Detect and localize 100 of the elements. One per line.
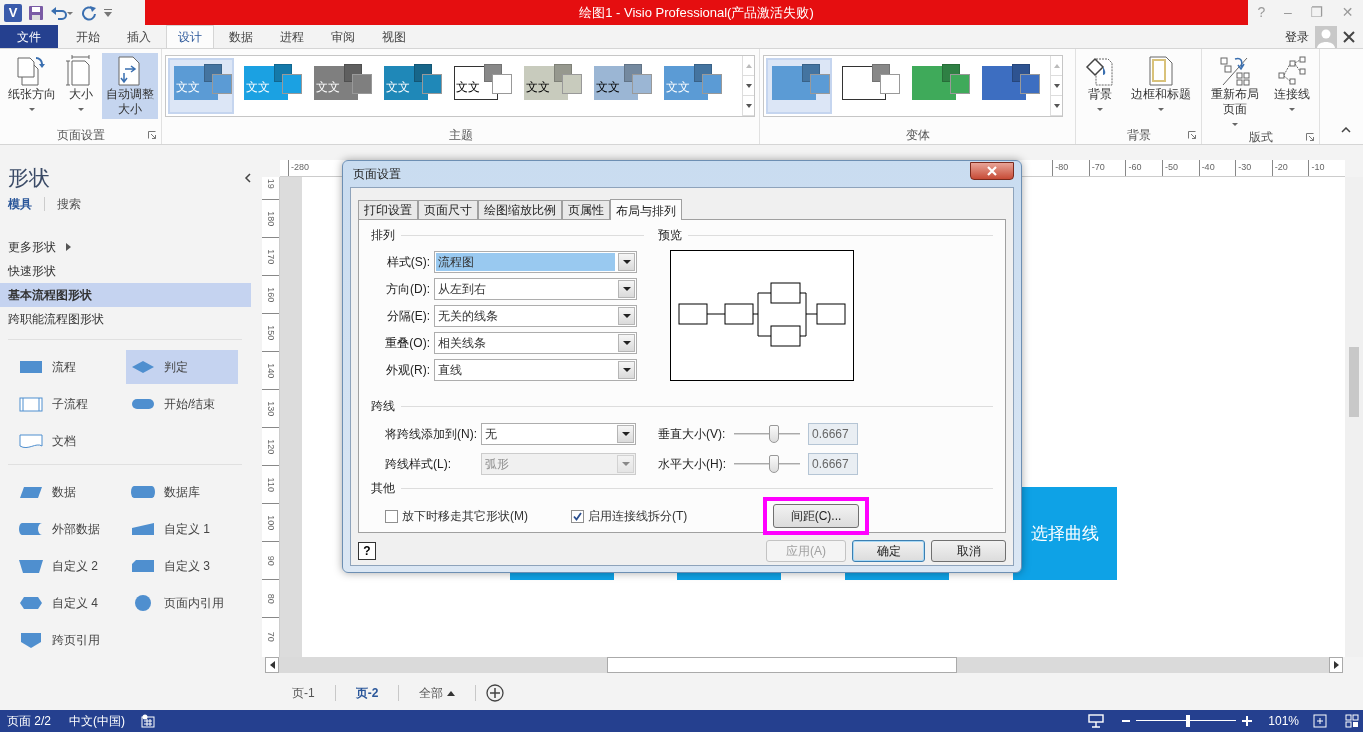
shape-item[interactable]: 页面内引用 <box>126 586 238 620</box>
field-label: 外观(R): <box>385 361 431 379</box>
paint-bucket-icon <box>1084 55 1116 87</box>
shape-item[interactable]: 子流程 <box>14 387 126 421</box>
spacing-button[interactable]: 间距(C)... <box>773 504 859 528</box>
background-button[interactable]: 背景 <box>1079 53 1121 119</box>
ribbon-tab[interactable]: 审阅 <box>319 25 367 48</box>
ruler-label: -10 <box>1311 161 1325 175</box>
dialog-tab[interactable]: 绘图缩放比例 <box>478 200 562 219</box>
group-label: 变体 <box>905 127 930 144</box>
panel-tab[interactable]: 搜索 <box>57 195 93 213</box>
dropdown-field[interactable]: 无关的线条 <box>434 304 637 327</box>
borders-titles-button[interactable]: 边框和标题 <box>1124 53 1198 119</box>
switch-windows-icon[interactable] <box>1345 714 1359 728</box>
dialog-launcher-icon[interactable] <box>148 131 156 139</box>
relayout-button[interactable]: 重新布局页面 <box>1205 53 1266 128</box>
dropdown-field[interactable]: 直线 <box>434 358 637 381</box>
shape-item[interactable]: 文档 <box>14 424 126 458</box>
slider-thumb[interactable] <box>1186 715 1191 727</box>
cancel-button[interactable]: 取消 <box>931 540 1006 562</box>
shape-item[interactable]: 数据库 <box>126 475 238 509</box>
fit-page-icon[interactable] <box>1313 714 1327 728</box>
dropdown-field[interactable]: 从左到右 <box>434 277 637 300</box>
window-title: 绘图1 - Visio Professional(产品激活失败) <box>579 3 814 22</box>
ribbon-tab[interactable]: 插入 <box>115 25 163 48</box>
checkbox-label[interactable]: 放下时移走其它形状(M) <box>402 507 528 525</box>
dialog-launcher-icon[interactable] <box>1188 131 1196 139</box>
group-label: 主题 <box>448 127 473 144</box>
zoom-out-icon[interactable] <box>1122 717 1131 725</box>
stencil-item[interactable]: 基本流程图形状 <box>0 283 251 307</box>
orientation-button[interactable]: 纸张方向 <box>3 53 61 119</box>
dropdown-field[interactable]: 无 <box>481 423 636 445</box>
collapse-panel-icon[interactable] <box>244 173 252 183</box>
save-icon[interactable] <box>28 4 44 21</box>
shape-item[interactable]: 自定义 3 <box>126 549 238 583</box>
ribbon-tab[interactable]: 设计 <box>166 25 214 48</box>
connectors-button[interactable]: 连接线 <box>1268 53 1316 119</box>
undo-icon[interactable] <box>50 4 74 21</box>
shape-item[interactable]: 开始/结束 <box>126 387 238 421</box>
checkbox[interactable] <box>385 509 398 523</box>
auto-size-button[interactable]: 自动调整大小 <box>102 53 158 119</box>
size-button[interactable]: 大小 <box>63 53 100 119</box>
horizontal-scrollbar[interactable] <box>265 657 1343 673</box>
scroll-left-button[interactable] <box>265 657 279 673</box>
page-tab[interactable]: 页-2 <box>335 684 399 702</box>
help-button[interactable]: ? <box>358 542 376 560</box>
zoom-slider[interactable] <box>1136 715 1237 727</box>
presentation-icon[interactable] <box>1088 714 1105 728</box>
macro-icon[interactable] <box>141 714 155 728</box>
close-button[interactable] <box>970 162 1014 180</box>
add-page-icon[interactable] <box>486 684 505 702</box>
dialog-launcher-icon[interactable] <box>1306 133 1314 141</box>
shape-item[interactable]: 外部数据 <box>14 512 126 546</box>
shape-item[interactable]: 自定义 2 <box>14 549 126 583</box>
checkbox-label[interactable]: 启用连接线拆分(T) <box>588 507 688 525</box>
shape-item[interactable]: 自定义 1 <box>126 512 238 546</box>
value-field[interactable]: 0.6667 <box>808 423 858 445</box>
value-field[interactable]: 0.6667 <box>808 453 858 475</box>
all-pages-button[interactable]: 全部 <box>399 684 476 702</box>
scroll-right-button[interactable] <box>1329 657 1343 673</box>
slider-thumb[interactable] <box>768 455 779 473</box>
shape-item[interactable]: 数据 <box>14 475 126 509</box>
dialog-tab[interactable]: 页属性 <box>562 200 610 219</box>
sign-in-link[interactable]: 登录 <box>1285 27 1309 46</box>
page-tab[interactable]: 页-1 <box>272 684 335 702</box>
shape-item[interactable]: 判定 <box>126 350 238 384</box>
stencil-item[interactable]: 快速形状 <box>0 259 251 283</box>
ok-button[interactable]: 确定 <box>852 540 925 562</box>
zoom-in-icon[interactable] <box>1242 716 1253 726</box>
language-status[interactable]: 中文(中国) <box>69 712 125 730</box>
stencil-item[interactable]: 跨职能流程图形状 <box>0 307 251 331</box>
file-tab[interactable]: 文件 <box>0 25 58 48</box>
panel-tab[interactable]: 模具 <box>8 195 44 213</box>
dialog-tab[interactable]: 布局与排列 <box>610 199 682 220</box>
zoom-level[interactable]: 101% <box>1268 712 1299 730</box>
ribbon-tab[interactable]: 开始 <box>64 25 112 48</box>
checkbox[interactable] <box>571 509 584 523</box>
ruler-label: -70 <box>1091 161 1105 175</box>
shape-item[interactable]: 跨页引用 <box>14 623 126 657</box>
slider-thumb[interactable] <box>768 425 779 443</box>
group-label: 页面设置 <box>56 127 105 144</box>
collapse-ribbon-icon[interactable] <box>1341 126 1351 133</box>
slider[interactable] <box>734 424 800 444</box>
page-status[interactable]: 页面 2/2 <box>7 712 51 730</box>
variant-thumbnail[interactable] <box>766 58 832 114</box>
dialog-tab[interactable]: 打印设置 <box>358 200 418 219</box>
redo-icon[interactable] <box>80 4 98 21</box>
shape-item[interactable]: 自定义 4 <box>14 586 126 620</box>
stencil-item[interactable]: 更多形状 <box>0 235 251 259</box>
close-icon[interactable] <box>1343 30 1355 43</box>
ribbon-tab[interactable]: 视图 <box>370 25 418 48</box>
dialog-tab[interactable]: 页面尺寸 <box>418 200 478 219</box>
customize-icon[interactable] <box>104 7 112 18</box>
shape-item[interactable]: 流程 <box>14 350 126 384</box>
slider[interactable] <box>734 454 800 474</box>
ribbon-tab[interactable]: 数据 <box>217 25 265 48</box>
dropdown-field[interactable]: 流程图 <box>434 250 637 273</box>
app-logo[interactable]: V <box>4 3 22 22</box>
ribbon-tab[interactable]: 进程 <box>268 25 316 48</box>
dropdown-field[interactable]: 相关线条 <box>434 331 637 354</box>
